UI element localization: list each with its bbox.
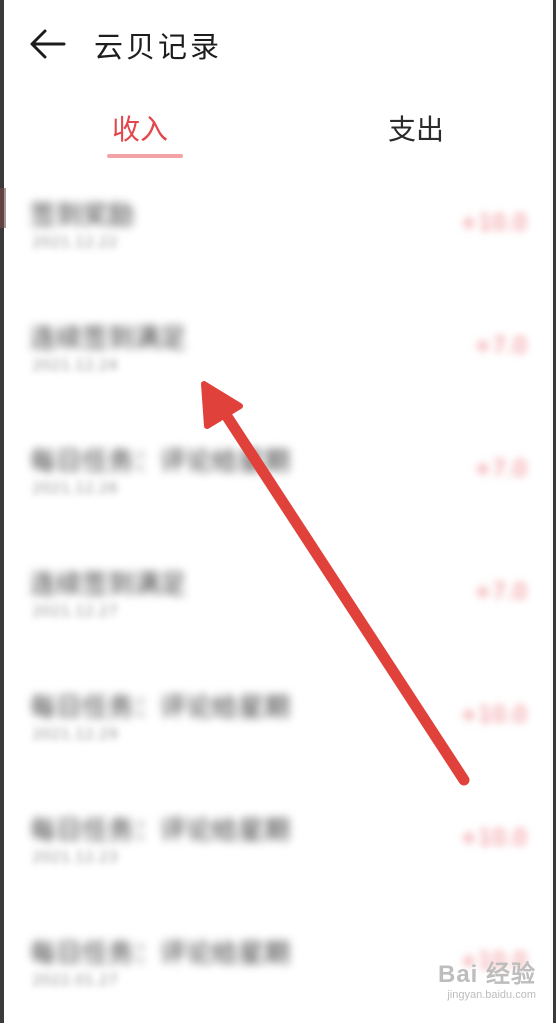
record-title: 签到奖励 bbox=[30, 201, 135, 231]
list-item[interactable]: 每日任务：评论给星期 2021.12.23 +10.0 bbox=[4, 790, 553, 913]
record-date: 2021.12.27 bbox=[32, 602, 118, 620]
tab-income[interactable]: 收入 bbox=[112, 108, 168, 148]
record-amount: +10.0 bbox=[459, 703, 527, 728]
baidu-watermark: Bai 经验 jingyan.baidu.com bbox=[438, 954, 536, 1001]
record-date: 2021.12.22 bbox=[32, 233, 118, 251]
active-tab-indicator bbox=[107, 154, 183, 158]
list-item[interactable]: 签到奖励 2021.12.22 +10.0 bbox=[4, 175, 553, 298]
list-item[interactable]: 每日任务：评论给星期 2021.12.29 +10.0 bbox=[4, 667, 553, 790]
record-title: 每日任务：评论给星期 bbox=[30, 693, 291, 723]
record-title: 每日任务：评论给星期 bbox=[30, 816, 291, 846]
watermark-url: jingyan.baidu.com bbox=[447, 989, 536, 1001]
record-amount: +10.0 bbox=[459, 826, 527, 851]
record-title: 连续签到满足 bbox=[30, 324, 187, 354]
record-date: 2021.12.26 bbox=[32, 479, 118, 497]
record-amount: +7.0 bbox=[473, 334, 527, 359]
record-title: 每日任务：评论给星期 bbox=[30, 939, 291, 969]
list-item[interactable]: 连续签到满足 2021.12.24 +7.0 bbox=[4, 298, 553, 421]
record-date: 2021.12.24 bbox=[32, 356, 118, 374]
list-item[interactable]: 每日任务：评论给星期 2021.12.26 +7.0 bbox=[4, 421, 553, 544]
page-title: 云贝记录 bbox=[94, 30, 223, 64]
tab-bar: 收入 支出 bbox=[4, 100, 553, 160]
back-button[interactable] bbox=[26, 22, 72, 68]
top-bar: 云贝记录 bbox=[4, 0, 553, 88]
watermark-logo: Bai 经验 bbox=[437, 961, 536, 988]
list-item[interactable]: 连续签到满足 2021.12.27 +7.0 bbox=[4, 544, 553, 667]
record-date: 2021.12.23 bbox=[32, 848, 118, 866]
record-date: 2021.12.29 bbox=[32, 725, 118, 743]
record-amount: +10.0 bbox=[459, 211, 527, 236]
record-amount: +7.0 bbox=[473, 457, 527, 482]
record-amount: +7.0 bbox=[473, 580, 527, 605]
record-date: 2022.01.27 bbox=[32, 971, 118, 989]
arrow-left-icon bbox=[30, 29, 66, 59]
record-title: 连续签到满足 bbox=[30, 570, 187, 600]
tab-expense[interactable]: 支出 bbox=[388, 108, 444, 148]
record-list: 签到奖励 2021.12.22 +10.0 连续签到满足 2021.12.24 … bbox=[4, 175, 553, 1036]
record-title: 每日任务：评论给星期 bbox=[30, 447, 291, 477]
